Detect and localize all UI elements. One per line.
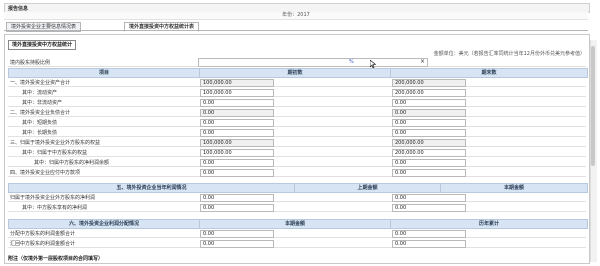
table-row (8, 118, 586, 127)
unit-note: 金额单位：美元（若报告汇率同统计当年12月份外币兑美元参考值） (433, 51, 585, 57)
header-item: 项目 (8, 68, 200, 78)
end-input[interactable]: 200,000.00 (392, 139, 466, 147)
end-input[interactable]: 200,000.00 (392, 79, 466, 87)
prev-input[interactable]: 0.00 (200, 194, 274, 202)
row-label: 一、境外投资企业资产合计 (10, 80, 71, 86)
end-input[interactable]: 0.00 (392, 119, 466, 127)
clear-icon[interactable]: × (420, 58, 425, 65)
row-label: 其中：归属于中方股东的权益 (22, 150, 88, 156)
begin-input[interactable]: 0.00 (200, 109, 274, 117)
scrollbar-thumb[interactable] (591, 46, 595, 166)
table-row (8, 128, 586, 137)
row-label: 三、归属于境外投资企业外方股东的权益 (10, 140, 101, 146)
begin-input[interactable]: 0.00 (200, 169, 274, 177)
table-row (8, 88, 586, 97)
end-input[interactable]: 200,000.00 (392, 89, 466, 97)
begin-input[interactable]: 0.00 (200, 129, 274, 137)
row-label: 四、境外投资企业应付中方款项 (10, 170, 81, 176)
row-label: 其中：非流动资产 (22, 100, 63, 106)
table-row (8, 229, 586, 238)
percent-sign: % (349, 59, 354, 65)
begin-input[interactable]: 100,000.00 (200, 89, 274, 97)
section6-curr-header: 本期金额 (199, 219, 391, 229)
section5-prev-header: 上期金额 (294, 183, 441, 193)
table-row (8, 203, 586, 212)
begin-input[interactable]: 100,000.00 (200, 139, 274, 147)
end-input[interactable]: 0.00 (392, 99, 466, 107)
row-label: 汇回中方股东的利润金额合计 (10, 241, 76, 247)
section6-header: 六、境外投资企业利润分配情况 (8, 219, 200, 229)
begin-input[interactable]: 0.00 (200, 159, 274, 167)
proportion-input[interactable]: % (198, 58, 428, 67)
section5-curr-header: 本期金额 (440, 183, 588, 193)
section6-cum-header: 历年累计 (390, 219, 588, 229)
report-info-title: 报告信息 (8, 6, 29, 12)
begin-input[interactable]: 100,000.00 (200, 79, 274, 87)
end-input[interactable]: 0.00 (392, 159, 466, 167)
end-input[interactable]: 0.00 (392, 129, 466, 137)
table-row (8, 148, 586, 157)
row-label: 其中：流动资产 (22, 90, 58, 96)
cum-input[interactable]: 0.00 (392, 240, 466, 248)
row-label: 其中：长期负债 (22, 130, 58, 136)
end-input[interactable]: 200,000.00 (392, 149, 466, 157)
tab-divider (4, 30, 588, 31)
row-label: 其中：归属中方股东的净利润余额 (34, 160, 110, 166)
footnote: 附注（仅境外第一层股权项目的合同填写） (8, 256, 104, 262)
mouse-cursor-icon (370, 60, 376, 68)
proportion-label: 境内股东持股比例 (10, 60, 51, 66)
row-label: 其中：中方股东享有的净利润 (22, 205, 88, 211)
row-label: 归属于境外投资企业外方股东的净利润 (10, 195, 96, 201)
header-end: 期末数 (390, 68, 588, 78)
curr-input[interactable]: 0.00 (200, 240, 274, 248)
row-label: 分配中方股东的利润金额合计 (10, 231, 76, 237)
end-input[interactable]: 0.00 (392, 169, 466, 177)
cum-input[interactable]: 0.00 (392, 230, 466, 238)
curr-input[interactable]: 0.00 (392, 194, 466, 202)
prev-input[interactable]: 0.00 (200, 204, 274, 212)
section5-header: 五、境外投资企业当年利润情况 (8, 183, 295, 193)
table-row (8, 108, 586, 117)
begin-input[interactable]: 0.00 (200, 99, 274, 107)
row-label: 其中：短期负债 (22, 120, 58, 126)
table-row (8, 168, 586, 177)
curr-input[interactable]: 0.00 (200, 230, 274, 238)
section-title: 境外直接投资中方权益统计 (8, 40, 77, 50)
year-label: 年份：2017 (4, 12, 588, 20)
table-row (8, 78, 586, 87)
end-input[interactable]: 0.00 (392, 109, 466, 117)
row-label: 二、境外投资企业负债合计 (10, 110, 71, 116)
table-row (8, 239, 586, 248)
curr-input[interactable]: 0.00 (392, 204, 466, 212)
header-begin: 期初数 (199, 68, 391, 78)
begin-input[interactable]: 100,000.00 (200, 149, 274, 157)
table-row (8, 98, 586, 107)
begin-input[interactable]: 0.00 (200, 119, 274, 127)
